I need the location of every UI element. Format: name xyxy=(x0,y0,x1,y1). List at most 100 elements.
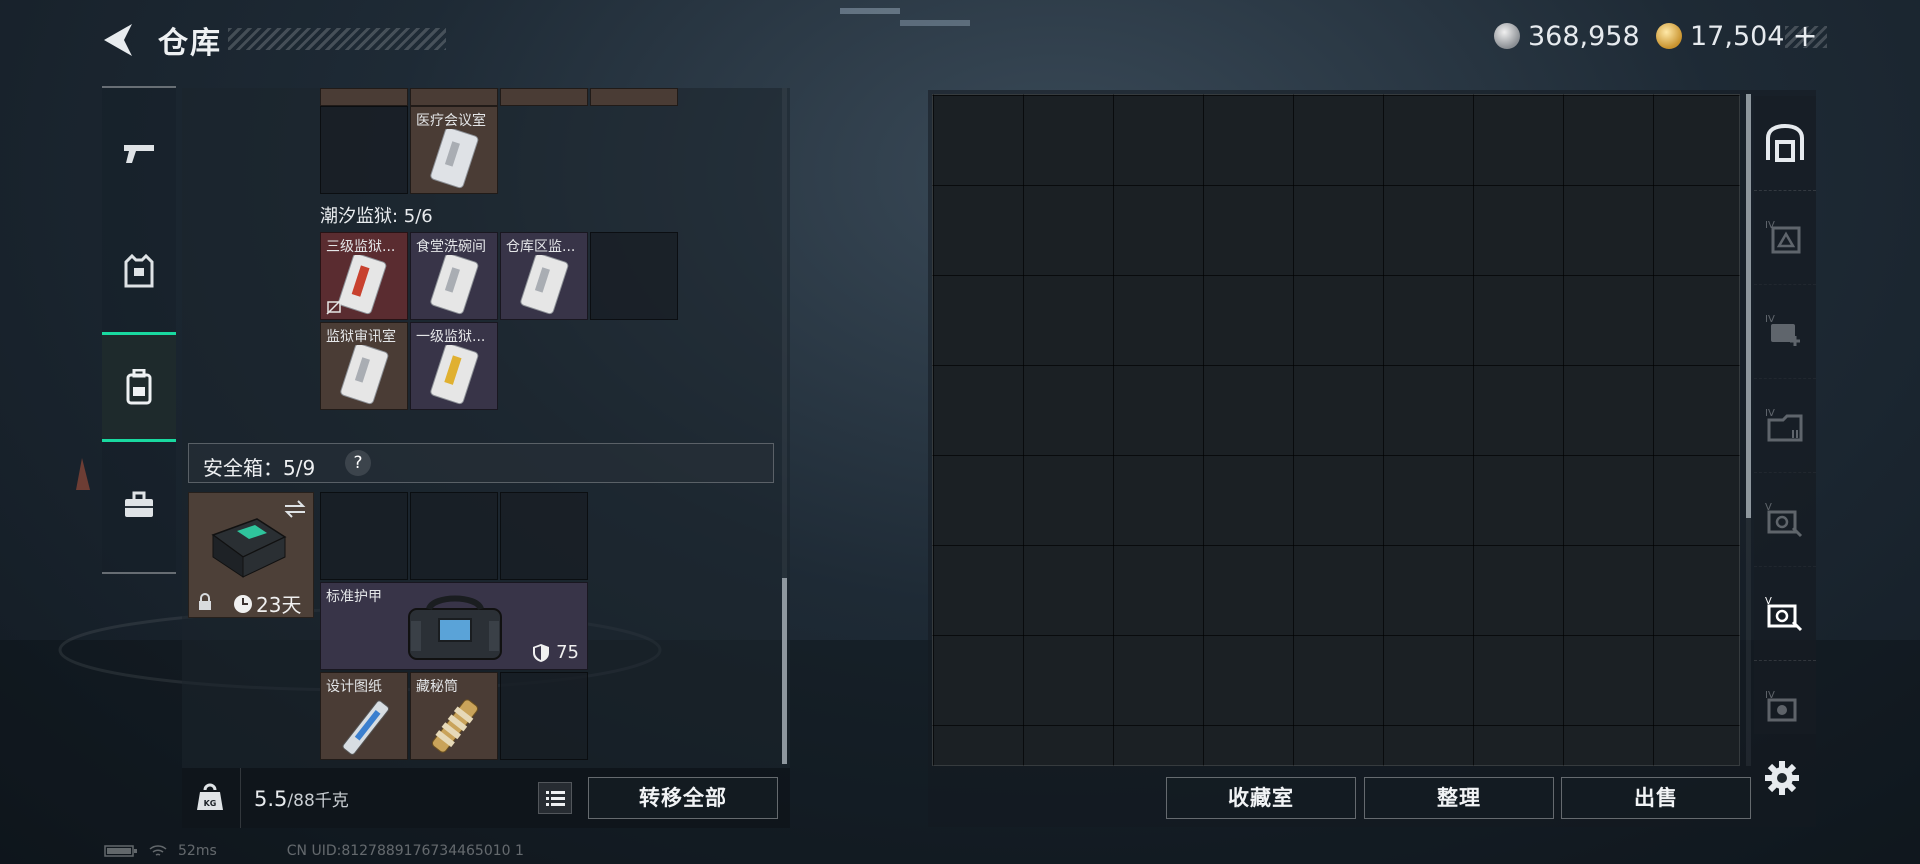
keycard-slot[interactable]: 医疗会议室 xyxy=(410,106,498,194)
weight-max: /88千克 xyxy=(287,791,349,811)
armor-value: 75 xyxy=(556,642,579,663)
pistol-icon xyxy=(124,145,154,163)
stash-keycard-icon: V xyxy=(1765,596,1803,632)
help-icon[interactable]: ? xyxy=(345,450,371,476)
keycard-slot[interactable]: 一级监狱... xyxy=(410,322,498,410)
partial-slot[interactable] xyxy=(500,88,588,106)
keycard-icon xyxy=(338,255,387,315)
safe-days-text: 23天 xyxy=(256,593,302,617)
wifi-icon xyxy=(149,845,167,856)
tab-backpack[interactable] xyxy=(102,332,176,442)
cylinder-slot[interactable]: 藏秘筒 xyxy=(410,672,498,760)
stash-tab-5[interactable]: V xyxy=(1754,566,1816,661)
empty-slot[interactable] xyxy=(320,106,408,194)
clock-icon xyxy=(234,594,252,613)
currency-decoration xyxy=(1785,26,1827,48)
left-tab-bar xyxy=(102,86,176,574)
safe-box-header: 安全箱：5/9 ? xyxy=(188,443,774,483)
keycard-label: 仓库区监... xyxy=(506,239,576,255)
keycard-icon xyxy=(430,345,479,405)
gold-coin-icon xyxy=(1656,23,1682,49)
empty-slot[interactable] xyxy=(500,672,588,760)
empty-slot[interactable] xyxy=(320,492,408,580)
silver-coin-icon xyxy=(1494,23,1520,49)
keycard-slot[interactable]: 监狱审讯室 xyxy=(320,322,408,410)
status-strip: 52ms CN UID:8127889176734465010 1 xyxy=(104,843,524,859)
svg-text:IV: IV xyxy=(1765,314,1775,325)
svg-text:IV: IV xyxy=(1765,408,1775,419)
settings-gear-icon[interactable] xyxy=(1764,760,1800,796)
blueprint-label: 设计图纸 xyxy=(326,679,382,695)
partial-slot[interactable] xyxy=(320,88,408,106)
keycard-slot[interactable]: 食堂洗碗间 xyxy=(410,232,498,320)
safe-duration: 23天 xyxy=(233,589,301,618)
keycard-icon xyxy=(430,255,479,315)
stash-ammo-icon: IV xyxy=(1765,408,1803,442)
keycard-label: 三级监狱... xyxy=(326,239,396,255)
list-view-button[interactable] xyxy=(538,782,572,814)
warehouse-icon xyxy=(1766,124,1804,162)
stash-tab-4[interactable]: V xyxy=(1754,472,1816,567)
empty-slot[interactable] xyxy=(410,492,498,580)
svg-text:KG: KG xyxy=(204,799,217,808)
keycard-label: 食堂洗碗间 xyxy=(416,239,486,255)
stash-vest-icon: IV xyxy=(1765,220,1801,254)
keycard-slot[interactable]: 三级监狱... xyxy=(320,232,408,320)
stash-key-icon: V xyxy=(1765,502,1803,538)
safe-box-slot[interactable]: 23天 xyxy=(188,492,314,618)
safe-box-capacity: 安全箱：5/9 xyxy=(203,456,316,480)
armor-durability: 75 xyxy=(532,642,579,663)
vest-icon xyxy=(124,254,154,288)
gold-amount: 17,504 xyxy=(1690,20,1785,52)
transfer-all-button[interactable]: 转移全部 xyxy=(588,777,778,819)
stash-tab-3[interactable]: IV xyxy=(1754,378,1816,473)
stash-tab-2[interactable]: IV xyxy=(1754,284,1816,379)
swap-icon[interactable] xyxy=(283,499,307,519)
tab-equipment[interactable] xyxy=(102,216,176,326)
keycard-icon xyxy=(340,345,389,405)
weight-readout: 5.5/88千克 xyxy=(254,786,349,811)
tab-toolbox[interactable] xyxy=(102,450,176,560)
armor-bag-icon xyxy=(408,595,502,660)
stash-medical-icon: IV xyxy=(1765,314,1800,346)
armor-slot[interactable]: 标准护甲 75 xyxy=(320,582,588,670)
stash-tab-all[interactable] xyxy=(1754,96,1816,191)
divider xyxy=(240,768,241,828)
backpack-scroll-thumb[interactable] xyxy=(782,578,787,764)
uid-text: CN UID:8127889176734465010 1 xyxy=(286,843,524,859)
partial-slot[interactable] xyxy=(410,88,498,106)
organize-button[interactable]: 整理 xyxy=(1364,777,1554,819)
empty-slot[interactable] xyxy=(500,492,588,580)
cylinder-icon xyxy=(431,699,479,753)
keycard-slot[interactable]: 仓库区监... xyxy=(500,232,588,320)
ping-text: 52ms xyxy=(178,843,217,859)
weight-icon: KG xyxy=(197,783,223,810)
list-icon xyxy=(546,791,565,806)
blueprint-slot[interactable]: 设计图纸 xyxy=(320,672,408,760)
stash-tab-bar: IV IV IV V V IV xyxy=(1754,96,1816,734)
tab-weapons[interactable] xyxy=(102,98,176,208)
keycard-label: 一级监狱... xyxy=(416,329,486,345)
stash-grid[interactable] xyxy=(932,94,1740,766)
battery-icon xyxy=(104,845,137,857)
sell-button[interactable]: 出售 xyxy=(1561,777,1751,819)
stash-tab-6[interactable]: IV xyxy=(1754,660,1816,754)
silver-amount: 368,958 xyxy=(1528,20,1640,52)
keycard-section-title: 潮汐监狱: 5/6 xyxy=(320,206,433,227)
back-arrow-icon[interactable] xyxy=(100,20,140,60)
empty-slot[interactable] xyxy=(590,232,678,320)
blueprint-icon xyxy=(342,700,390,755)
partial-slot[interactable] xyxy=(590,88,678,106)
keycard-icon xyxy=(520,255,569,315)
armor-label: 标准护甲 xyxy=(326,589,382,605)
stash-tab-1[interactable]: IV xyxy=(1754,190,1816,285)
collection-button[interactable]: 收藏室 xyxy=(1166,777,1356,819)
no-trade-icon xyxy=(326,299,342,315)
shield-icon xyxy=(533,643,550,662)
stash-scroll-thumb[interactable] xyxy=(1746,94,1751,518)
keycard-label: 监狱审讯室 xyxy=(326,329,396,345)
title-decoration xyxy=(228,28,446,50)
cylinder-label: 藏秘筒 xyxy=(416,679,458,695)
briefcase-icon xyxy=(125,491,153,517)
keycard-label: 医疗会议室 xyxy=(416,113,486,129)
